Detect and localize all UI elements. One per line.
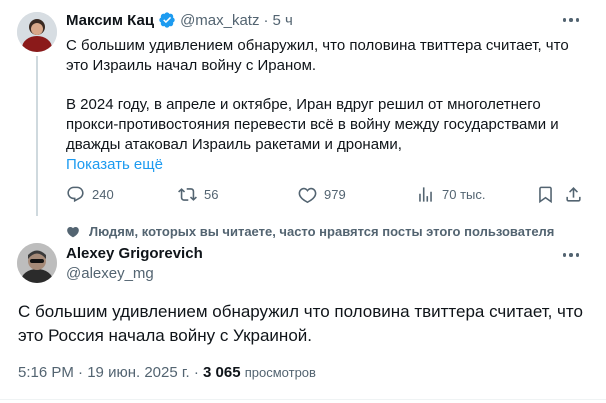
repost-button[interactable]: 56 (178, 185, 218, 204)
repost-icon (178, 188, 197, 201)
like-button[interactable]: 979 (298, 185, 346, 204)
separator-dot: · (193, 364, 199, 381)
reply-icon (67, 186, 84, 203)
divider (0, 399, 606, 400)
author-handle[interactable]: @max_katz (180, 12, 259, 29)
tweet1-header: Максим Кац @max_katz · 5 ч (66, 11, 293, 29)
text-line: прокси-противостояния перевести всё в во… (66, 116, 559, 133)
tweet2-meta: 5:16 PM · 19 июн. 2025 г. · 3 065 просмо… (18, 364, 316, 381)
author-name[interactable]: Alexey Grigorevich (66, 245, 203, 262)
more-icon[interactable] (560, 13, 582, 27)
views-count: 70 тыс. (442, 187, 486, 202)
tweet1-actions: 240 56 979 70 тыс. (66, 185, 586, 207)
text-line: дважды атаковал Израиль ракетами и дрона… (66, 136, 402, 153)
avatar-image (17, 243, 57, 283)
avatar-alexey[interactable] (17, 243, 57, 283)
separator-dot: · (263, 11, 269, 29)
views-label: просмотров (244, 365, 316, 380)
reply-button[interactable]: 240 (66, 185, 114, 204)
avatar-image (17, 12, 57, 52)
text-line: С большим удивлением обнаружил, что поло… (66, 37, 569, 54)
views-button[interactable]: 70 тыс. (416, 185, 485, 204)
show-more-link[interactable]: Показать ещё (66, 155, 576, 175)
text-line: С большим удивлением обнаружил что полов… (18, 302, 583, 321)
text-line: В 2024 году, в апреле и октябре, Иран вд… (66, 96, 541, 113)
social-context: Людям, которых вы читаете, часто нравятс… (66, 224, 554, 239)
tweet-time[interactable]: 5:16 PM (18, 364, 74, 381)
like-icon (298, 187, 317, 204)
heart-icon (67, 226, 79, 237)
share-icon (566, 187, 581, 202)
bookmark-icon (539, 186, 552, 204)
tweet2-text: С большим удивлением обнаружил что полов… (18, 300, 588, 348)
text-line: это Россия начала войну с Украиной. (18, 326, 312, 345)
verified-icon (159, 12, 175, 28)
views-count: 3 065 (203, 364, 241, 381)
like-count: 979 (324, 187, 346, 202)
author-handle[interactable]: @alexey_mg (66, 265, 154, 282)
author-name[interactable]: Максим Кац (66, 12, 154, 29)
tweet-time[interactable]: 5 ч (272, 12, 292, 29)
social-context-text: Людям, которых вы читаете, часто нравятс… (89, 224, 555, 239)
tweet1-text: С большим удивлением обнаружил, что поло… (66, 36, 576, 175)
tweet-date[interactable]: 19 июн. 2025 г. (87, 364, 189, 381)
text-line: это Израиль начал войну с Ираном. (66, 57, 317, 74)
share-button[interactable] (564, 185, 583, 204)
separator-dot: · (78, 364, 84, 381)
thread-line (36, 56, 38, 216)
tweet-parent[interactable]: Максим Кац @max_katz · 5 ч С большим уди… (0, 0, 606, 216)
avatar-max-katz[interactable] (17, 12, 57, 52)
more-icon[interactable] (560, 248, 582, 262)
repost-count: 56 (204, 187, 219, 202)
reply-count: 240 (92, 187, 114, 202)
views-icon (419, 187, 432, 202)
bookmark-button[interactable] (536, 185, 555, 204)
